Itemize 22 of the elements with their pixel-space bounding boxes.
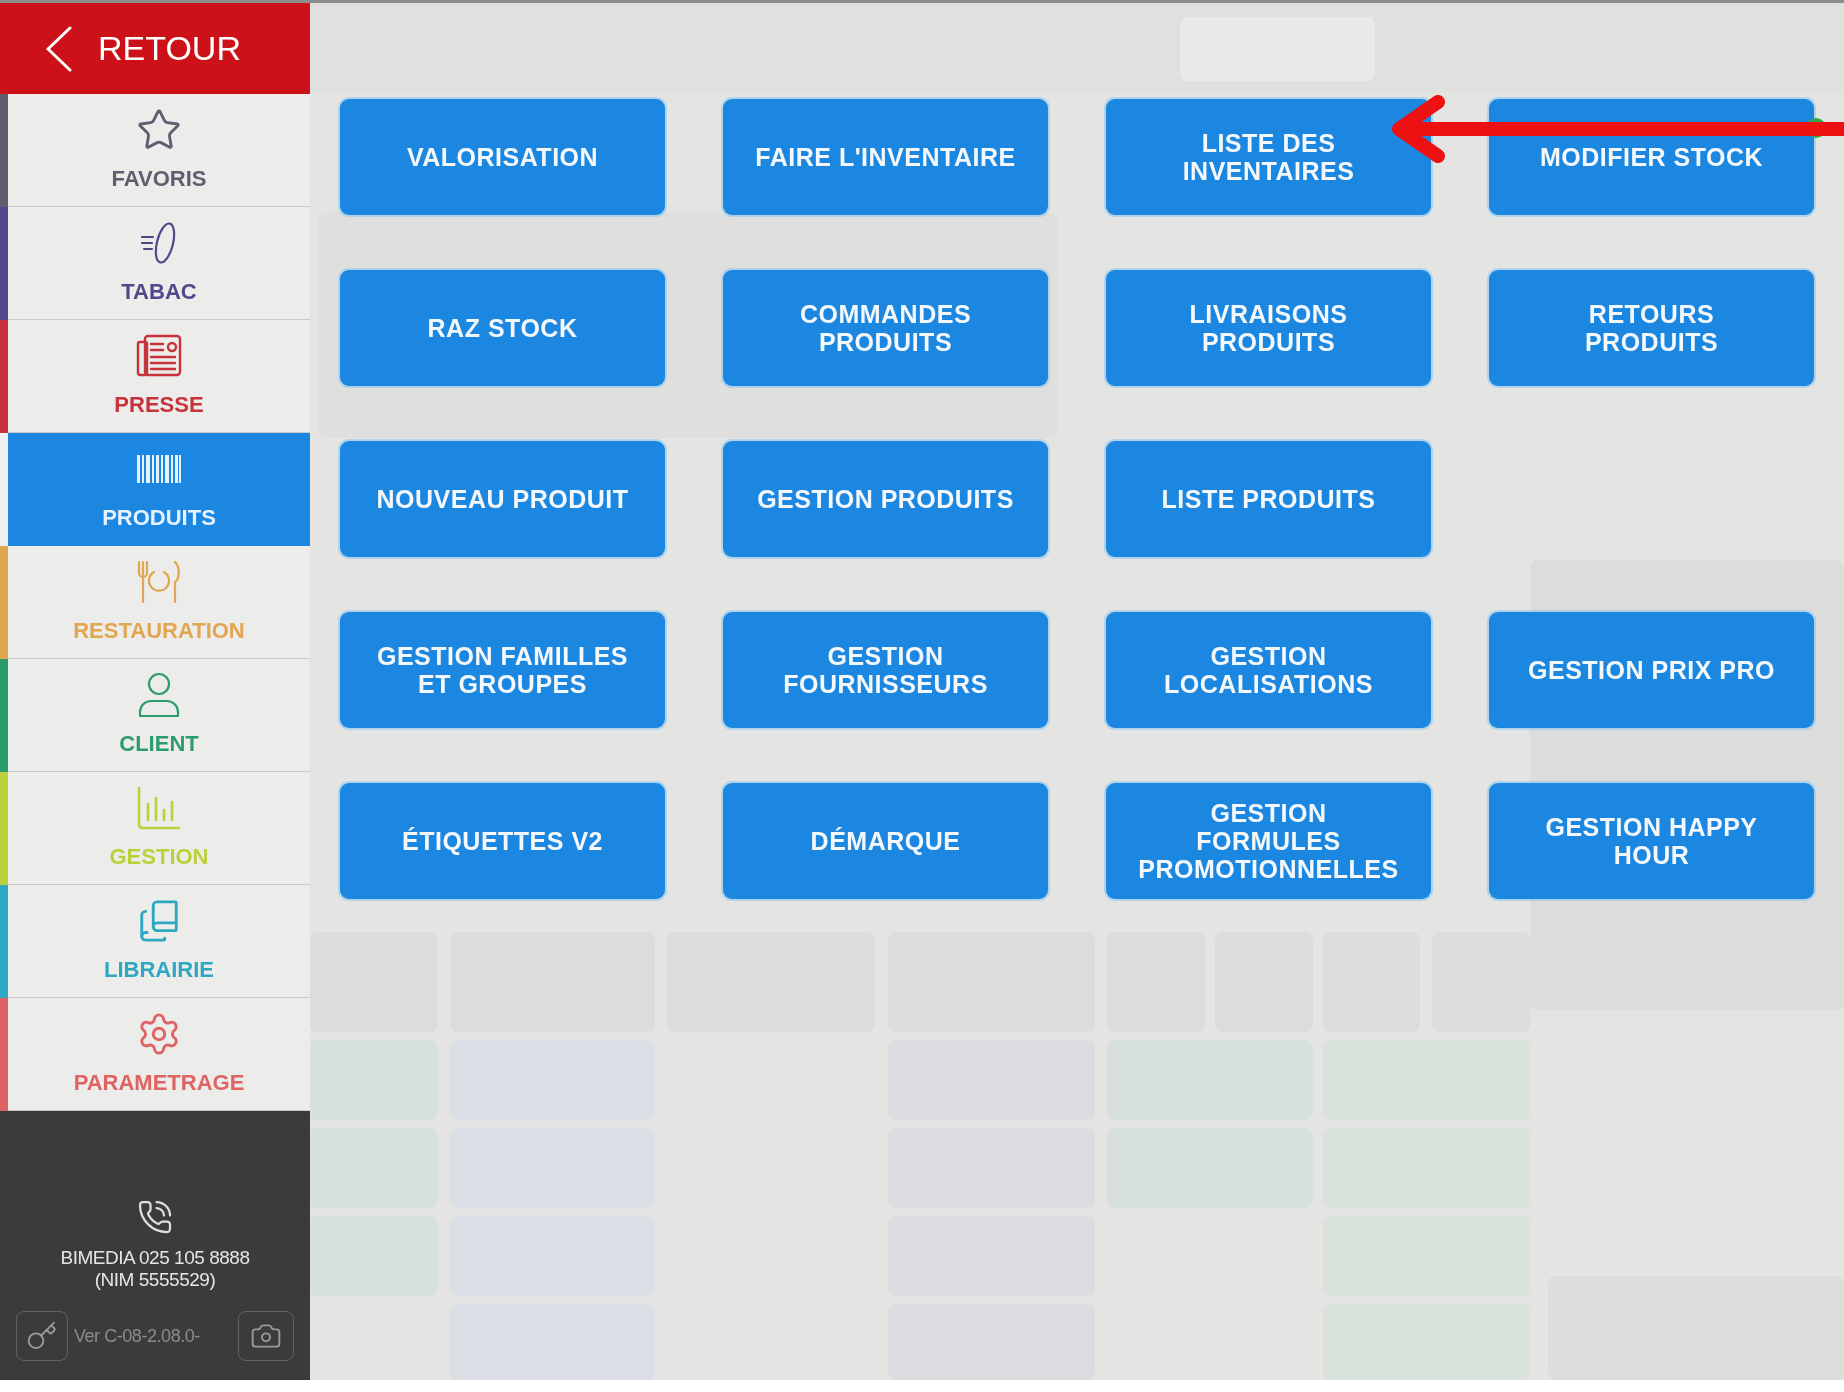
sidebar-item[interactable]: RESTAURATION: [0, 546, 310, 659]
contact-text: BIMEDIA 025 105 8888 (NIM 5555529): [60, 1247, 250, 1291]
barcode-icon: [137, 455, 181, 483]
key-button[interactable]: [16, 1311, 68, 1361]
bar-chart-icon: [137, 786, 181, 830]
version-text: Ver C-08-2.08.0-: [74, 1324, 200, 1348]
sidebar-item[interactable]: PARAMETRAGE: [0, 998, 310, 1111]
leaf-icon: [140, 220, 178, 266]
key-icon: [26, 1320, 58, 1352]
sidebar-item[interactable]: LIBRAIRIE: [0, 885, 310, 998]
utensils-icon: [136, 560, 182, 604]
camera-button[interactable]: [238, 1311, 294, 1361]
sidebar-item[interactable]: PRESSE: [0, 320, 310, 433]
newspaper-icon: [136, 334, 182, 378]
sidebar-item[interactable]: CLIENT: [0, 659, 310, 772]
back-button[interactable]: RETOUR: [0, 3, 310, 94]
phone-icon: [137, 1199, 173, 1235]
chevron-left-icon: [46, 25, 72, 72]
sidebar-item[interactable]: PRODUITS: [0, 433, 310, 546]
user-icon: [138, 672, 180, 718]
sidebar-item[interactable]: TABAC: [0, 207, 310, 320]
sidebar-item[interactable]: FAVORIS: [0, 94, 310, 207]
